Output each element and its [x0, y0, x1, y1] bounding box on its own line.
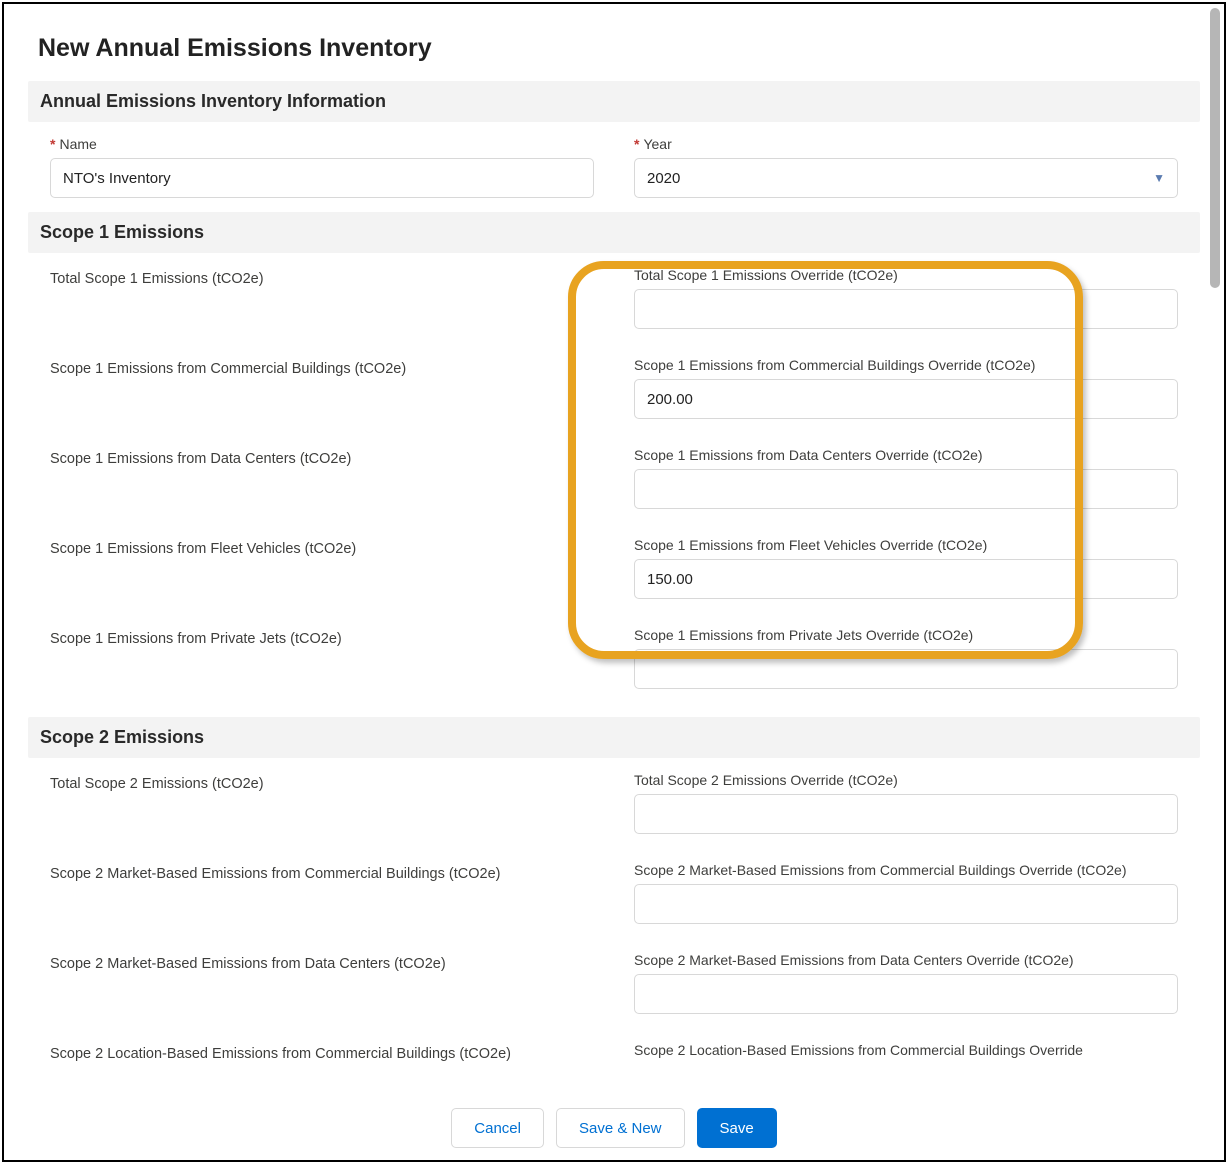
- name-label: Name: [50, 136, 594, 152]
- scope2-total-override-input[interactable]: [634, 794, 1178, 834]
- cancel-button[interactable]: Cancel: [451, 1108, 544, 1148]
- scope1-jets-label: Scope 1 Emissions from Private Jets (tCO…: [50, 627, 594, 647]
- scrollbar-thumb[interactable]: [1210, 8, 1220, 288]
- scope2-mb-datacenters-override-input[interactable]: [634, 974, 1178, 1014]
- year-label: Year: [634, 136, 1178, 152]
- section-header-scope1: Scope 1 Emissions: [28, 212, 1200, 253]
- page-title: New Annual Emissions Inventory: [38, 34, 1194, 63]
- scope1-commercial-label: Scope 1 Emissions from Commercial Buildi…: [50, 357, 594, 377]
- scope1-jets-override-input[interactable]: [634, 649, 1178, 689]
- modal-footer: Cancel Save & New Save: [4, 1096, 1224, 1160]
- scope1-datacenters-label: Scope 1 Emissions from Data Centers (tCO…: [50, 447, 594, 467]
- chevron-down-icon: ▼: [1153, 171, 1165, 185]
- modal-content: New Annual Emissions Inventory Annual Em…: [4, 4, 1224, 1096]
- scope1-commercial-override-label: Scope 1 Emissions from Commercial Buildi…: [634, 357, 1178, 373]
- scope1-fields: Total Scope 1 Emissions (tCO2e) Total Sc…: [28, 267, 1200, 689]
- scope1-datacenters-override-input[interactable]: [634, 469, 1178, 509]
- scope1-commercial-override-input[interactable]: [634, 379, 1178, 419]
- scope2-mb-commercial-override-label: Scope 2 Market-Based Emissions from Comm…: [634, 862, 1178, 878]
- save-button[interactable]: Save: [697, 1108, 777, 1148]
- year-value: 2020: [647, 170, 680, 187]
- scope2-lb-commercial-label: Scope 2 Location-Based Emissions from Co…: [50, 1042, 594, 1062]
- section-header-scope2: Scope 2 Emissions: [28, 717, 1200, 758]
- scope1-fleet-label: Scope 1 Emissions from Fleet Vehicles (t…: [50, 537, 594, 557]
- scope1-total-override-label: Total Scope 1 Emissions Override (tCO2e): [634, 267, 1178, 283]
- modal-frame: New Annual Emissions Inventory Annual Em…: [2, 2, 1226, 1162]
- scope1-fleet-override-label: Scope 1 Emissions from Fleet Vehicles Ov…: [634, 537, 1178, 553]
- scope2-mb-commercial-label: Scope 2 Market-Based Emissions from Comm…: [50, 862, 594, 882]
- year-select[interactable]: 2020 ▼: [634, 158, 1178, 198]
- section-header-info: Annual Emissions Inventory Information: [28, 81, 1200, 122]
- scope2-mb-datacenters-override-label: Scope 2 Market-Based Emissions from Data…: [634, 952, 1178, 968]
- scope1-jets-override-label: Scope 1 Emissions from Private Jets Over…: [634, 627, 1178, 643]
- scope1-total-override-input[interactable]: [634, 289, 1178, 329]
- scope2-mb-datacenters-label: Scope 2 Market-Based Emissions from Data…: [50, 952, 594, 972]
- scope1-fleet-override-input[interactable]: [634, 559, 1178, 599]
- scope2-total-override-label: Total Scope 2 Emissions Override (tCO2e): [634, 772, 1178, 788]
- name-input[interactable]: [50, 158, 594, 198]
- scope2-lb-commercial-override-label: Scope 2 Location-Based Emissions from Co…: [634, 1042, 1178, 1058]
- scope1-total-label: Total Scope 1 Emissions (tCO2e): [50, 267, 594, 287]
- scope2-mb-commercial-override-input[interactable]: [634, 884, 1178, 924]
- scope2-total-label: Total Scope 2 Emissions (tCO2e): [50, 772, 594, 792]
- scope1-datacenters-override-label: Scope 1 Emissions from Data Centers Over…: [634, 447, 1178, 463]
- save-and-new-button[interactable]: Save & New: [556, 1108, 685, 1148]
